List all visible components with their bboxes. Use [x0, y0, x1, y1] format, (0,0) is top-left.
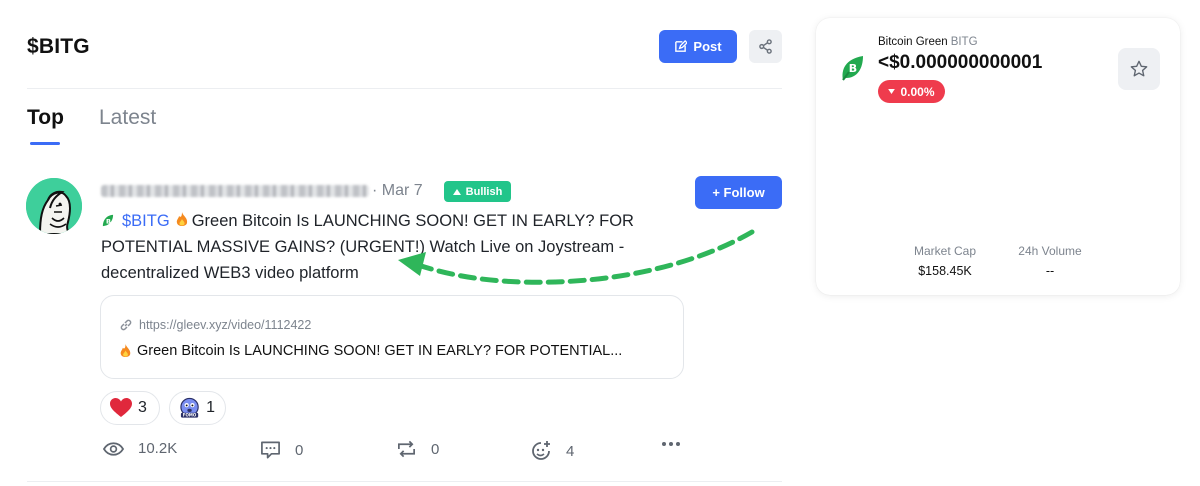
repost-icon — [398, 440, 415, 458]
comment-button[interactable]: 0 — [260, 440, 303, 460]
green-bitcoin-leaf-icon: B — [102, 214, 114, 227]
post-button-label: Post — [693, 39, 722, 54]
svg-text:B: B — [849, 62, 857, 75]
coin-price: <$0.000000000001 — [878, 52, 1043, 73]
fire-icon — [120, 344, 131, 358]
triangle-up-icon — [452, 188, 461, 195]
coin-name: Bitcoin Green — [878, 36, 948, 48]
comment-icon — [261, 441, 280, 459]
cashtag-link[interactable]: $BITG — [122, 212, 170, 230]
heart-icon — [110, 398, 132, 417]
views-count: 10.2K — [138, 440, 178, 457]
link-title-row[interactable]: Green Bitcoin Is LAUNCHING SOON! GET IN … — [119, 343, 622, 359]
green-bitcoin-logo-icon: B — [842, 56, 863, 81]
follow-button[interactable]: + Follow — [695, 176, 782, 209]
svg-text:FOMO: FOMO — [183, 413, 197, 418]
star-icon — [1130, 60, 1148, 77]
post-divider — [27, 481, 782, 482]
avatar-illustration — [26, 178, 82, 234]
market-cap-value: $158.45K — [918, 264, 972, 278]
coin-symbol: BITG — [950, 36, 978, 48]
page-title: $BITG — [27, 35, 90, 58]
volume-label: 24h Volume — [1018, 244, 1082, 258]
reaction-total-count: 4 — [566, 442, 575, 460]
sentiment-label: Bullish — [465, 185, 503, 198]
svg-text:B: B — [106, 217, 111, 225]
share-button[interactable] — [749, 30, 782, 63]
market-cap-label: Market Cap — [913, 244, 977, 258]
volume-stat: 24h Volume -- — [1012, 244, 1088, 278]
views-counter: 10.2K — [103, 440, 177, 457]
fomo-icon: FOMO — [180, 397, 199, 418]
triangle-down-icon — [888, 89, 896, 94]
post-body: B $BITG Green Bitcoin Is LAUNCHING SOON!… — [101, 208, 681, 286]
market-cap-stat: Market Cap $158.45K — [906, 244, 984, 278]
fire-icon — [176, 212, 187, 226]
comment-count: 0 — [295, 441, 304, 459]
volume-value: -- — [1045, 264, 1055, 278]
repost-button[interactable]: 0 — [396, 440, 439, 458]
active-tab-indicator — [30, 142, 60, 145]
share-icon — [759, 39, 772, 54]
tab-top[interactable]: Top — [27, 106, 64, 130]
link-icon — [120, 319, 132, 331]
watchlist-button[interactable] — [1118, 48, 1160, 90]
eye-icon — [103, 441, 124, 456]
header-divider — [27, 88, 782, 89]
post-button[interactable]: Post — [659, 30, 737, 63]
emoji-add-icon — [532, 441, 550, 460]
sentiment-badge: Bullish — [444, 181, 511, 202]
link-preview-card[interactable]: https://gleev.xyz/video/1112422 Green Bi… — [100, 295, 684, 379]
edit-icon — [675, 40, 688, 52]
coin-name-row: Bitcoin Green BITG — [878, 36, 978, 48]
reaction-count: 1 — [206, 399, 215, 416]
repost-count: 0 — [431, 440, 440, 458]
more-icon — [662, 442, 680, 446]
price-change-value: 0.00% — [900, 84, 935, 99]
post-date: · Mar 7 — [372, 182, 423, 199]
add-reaction-button[interactable]: 4 — [530, 440, 574, 462]
avatar[interactable] — [26, 178, 82, 234]
reaction-heart[interactable]: 3 — [100, 391, 160, 425]
link-url[interactable]: https://gleev.xyz/video/1112422 — [139, 318, 311, 332]
tab-latest[interactable]: Latest — [99, 106, 156, 130]
link-url-row[interactable]: https://gleev.xyz/video/1112422 — [119, 318, 311, 332]
link-title[interactable]: Green Bitcoin Is LAUNCHING SOON! GET IN … — [137, 343, 622, 359]
price-change-badge: 0.00% — [878, 80, 945, 103]
more-options-button[interactable] — [661, 441, 681, 447]
reaction-fomo[interactable]: FOMO 1 — [169, 391, 226, 425]
author-name-blurred[interactable] — [101, 185, 369, 197]
coin-info-card: B Bitcoin Green BITG <$0.000000000001 0.0… — [816, 18, 1180, 295]
reaction-count: 3 — [138, 399, 147, 416]
